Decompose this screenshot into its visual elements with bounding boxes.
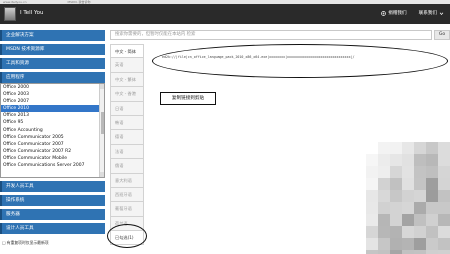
sidebar-item-tools[interactable]: 工具和资源 bbox=[0, 58, 105, 69]
list-item[interactable]: Office Accounting bbox=[1, 127, 104, 134]
sidebar-item-msdn[interactable]: MSDN 技术资源库 bbox=[0, 44, 105, 55]
ed2k-link-text[interactable]: ed2k://|file|cn_office_language_pack_201… bbox=[162, 55, 442, 60]
tab-zh-hk[interactable]: 中文 - 香港 bbox=[110, 87, 144, 102]
list-item[interactable]: Office Communicator 2007 R2 bbox=[1, 148, 104, 155]
browser-url[interactable]: www.itellyou.cn bbox=[3, 0, 27, 4]
tab-de[interactable]: 德语 bbox=[110, 130, 144, 145]
scroll-thumb[interactable] bbox=[101, 112, 104, 134]
search-input[interactable]: 搜索你需要的，但暂时仅能在本站内 检索 bbox=[110, 30, 432, 40]
header-bar: www.itellyou.cn MSDN, 我告诉你 I Tell You 捐赠… bbox=[0, 0, 450, 24]
tab-pt[interactable]: 葡萄牙语 bbox=[110, 202, 144, 217]
list-item-selected[interactable]: Office 2010 bbox=[1, 105, 104, 113]
contact-link-label: 联系我们 bbox=[418, 11, 437, 16]
tab-fr[interactable]: 法语 bbox=[110, 144, 144, 160]
tab-zh-tw[interactable]: 中文 - 繁体 bbox=[110, 72, 144, 88]
sidebar-item-dev-tools[interactable]: 开发人员工具 bbox=[0, 181, 105, 192]
sidebar-item-servers[interactable]: 服务器 bbox=[0, 209, 105, 220]
donate-link[interactable]: 捐赠我们 bbox=[381, 10, 407, 16]
list-item[interactable]: Office Communicator 2007 bbox=[1, 141, 104, 148]
sidebar-item-applications[interactable]: 应用程序 bbox=[0, 72, 105, 83]
sidebar-item-designer-tools[interactable]: 设计人员工具 bbox=[0, 223, 105, 234]
contact-link[interactable]: 联系我们 bbox=[419, 10, 444, 16]
main-content: 搜索你需要的，但暂时仅能在本站内 检索 Go 中文 - 简体 英语 中文 - 繁… bbox=[107, 24, 450, 254]
tab-en[interactable]: 英语 bbox=[110, 58, 144, 73]
copy-link-button[interactable]: 复制链接到剪贴 bbox=[160, 92, 216, 105]
pixelated-ad-image bbox=[366, 142, 450, 254]
list-item[interactable]: Office 2013 bbox=[1, 112, 104, 119]
list-item[interactable]: Office 2003 bbox=[1, 91, 104, 98]
header-links: 捐赠我们 联系我们 bbox=[381, 10, 444, 16]
product-listbox[interactable]: Office 2000 Office 2003 Office 2007 Offi… bbox=[0, 83, 105, 178]
list-item[interactable]: Office Communications Server 2007 bbox=[1, 162, 104, 169]
tab-ru[interactable]: 俄语 bbox=[110, 159, 144, 174]
tab-ja[interactable]: 日语 bbox=[110, 101, 144, 116]
list-item[interactable]: Office 2007 bbox=[1, 98, 104, 105]
site-brand[interactable]: I Tell You bbox=[20, 10, 43, 16]
chevron-down-icon bbox=[439, 12, 444, 15]
scroll-up-arrow-icon[interactable] bbox=[100, 84, 104, 89]
list-item[interactable]: Office 95 bbox=[1, 119, 104, 126]
sidebar-item-os[interactable]: 操作系统 bbox=[0, 195, 105, 206]
list-item[interactable]: Office Communicator Mobile bbox=[1, 155, 104, 162]
list-item[interactable]: Office 2000 bbox=[1, 84, 104, 91]
search-go-button[interactable]: Go bbox=[434, 30, 450, 40]
ed2k-link-box: ed2k://|file|cn_office_language_pack_201… bbox=[152, 44, 448, 78]
scroll-down-arrow-icon[interactable] bbox=[100, 172, 104, 177]
browser-tab-title[interactable]: MSDN, 我告诉你 bbox=[68, 0, 91, 4]
listbox-scrollbar[interactable] bbox=[99, 84, 104, 177]
site-logo[interactable] bbox=[4, 7, 16, 21]
latest-only-checkbox-label[interactable]: □ 有重复项时仅显示最新项 bbox=[0, 240, 105, 246]
tab-it[interactable]: 意大利语 bbox=[110, 173, 144, 188]
sidebar-item-enterprise[interactable]: 企业解决方案 bbox=[0, 30, 105, 41]
browser-url-strip: www.itellyou.cn MSDN, 我告诉你 bbox=[0, 0, 450, 4]
donate-link-label: 捐赠我们 bbox=[388, 11, 407, 16]
tab-es[interactable]: 西班牙语 bbox=[110, 187, 144, 203]
annotation-circle bbox=[107, 224, 147, 248]
list-item[interactable]: Office Communicator 2005 bbox=[1, 134, 104, 141]
tab-ko[interactable]: 韩语 bbox=[110, 115, 144, 131]
tab-zh-cn[interactable]: 中文 - 简体 bbox=[110, 44, 144, 59]
sidebar: 企业解决方案 MSDN 技术资源库 工具和资源 应用程序 Office 2000… bbox=[0, 24, 105, 254]
donate-icon bbox=[381, 10, 387, 16]
language-tabs: 中文 - 简体 英语 中文 - 繁体 中文 - 香港 日语 韩语 德语 法语 俄… bbox=[107, 44, 147, 254]
annotation-ellipse bbox=[152, 44, 448, 78]
